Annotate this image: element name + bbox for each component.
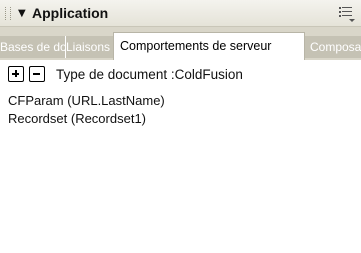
tab-label: Comportements de serveur xyxy=(120,39,272,53)
tab-liaisons[interactable]: Liaisons xyxy=(66,36,114,58)
tab-strip: Bases de données Liaisons Composants Com… xyxy=(0,27,361,60)
document-type-label: Type de document :ColdFusion xyxy=(56,67,243,82)
panel-title[interactable]: Application xyxy=(32,5,108,21)
list-item[interactable]: CFParam (URL.LastName) xyxy=(0,92,361,110)
tab-bases-de-donnees[interactable]: Bases de données xyxy=(0,36,66,58)
collapse-arrow-icon[interactable]: ▼ xyxy=(18,8,26,19)
panel-options-icon[interactable] xyxy=(339,7,355,22)
tab-label: Liaisons xyxy=(66,40,111,54)
tab-composants[interactable]: Composants xyxy=(304,36,361,58)
panel-grip-handle[interactable] xyxy=(5,7,11,20)
tab-label: Bases de données xyxy=(0,40,65,54)
list-item[interactable]: Recordset (Recordset1) xyxy=(0,110,361,128)
tab-label: Composants xyxy=(310,40,361,54)
remove-behavior-button[interactable] xyxy=(29,66,45,82)
application-panel: ▼ Application Bases de données Liaisons … xyxy=(0,0,361,253)
tab-comportements-de-serveur[interactable]: Comportements de serveur xyxy=(113,32,305,60)
panel-title-bar[interactable]: ▼ Application xyxy=(0,0,361,27)
server-behaviors-list: CFParam (URL.LastName) Recordset (Record… xyxy=(0,92,361,128)
add-behavior-button[interactable] xyxy=(8,66,24,82)
behaviors-toolbar: Type de document :ColdFusion xyxy=(0,60,361,90)
